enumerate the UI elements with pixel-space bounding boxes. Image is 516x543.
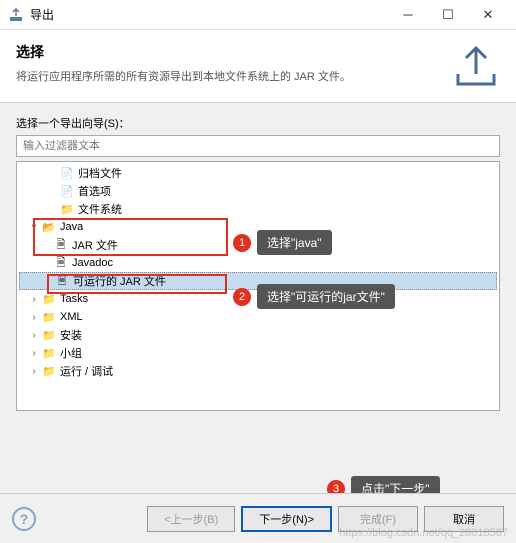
content-area: 选择一个导出向导(S)： 📄归档文件 📄首选项 📁文件系统 ˅📂Java 🗎JA… (0, 103, 516, 423)
folder-icon: 📁 (41, 364, 57, 378)
tree-item-install[interactable]: ›📁安装 (19, 326, 497, 344)
tree-item-xml[interactable]: ›📁XML (19, 308, 497, 326)
folder-icon: 📁 (41, 292, 57, 306)
export-banner-icon (452, 42, 500, 90)
collapse-icon[interactable]: › (27, 366, 41, 377)
close-button[interactable]: ✕ (468, 1, 508, 29)
tree-item-preferences[interactable]: 📄首选项 (19, 182, 497, 200)
collapse-icon[interactable]: › (27, 312, 41, 323)
export-wizard-icon (8, 7, 24, 23)
folder-icon: 📁 (41, 328, 57, 342)
expand-icon[interactable]: ˅ (27, 222, 41, 233)
help-button[interactable]: ? (12, 507, 36, 531)
watermark: https://blog.csdn.net/qq_28018587 (339, 527, 508, 539)
page-description: 将运行应用程序所需的所有资源导出到本地文件系统上的 JAR 文件。 (16, 68, 452, 84)
folder-open-icon: 📂 (41, 220, 57, 234)
tree-item-tasks[interactable]: ›📁Tasks (19, 290, 497, 308)
maximize-button[interactable]: ☐ (428, 1, 468, 29)
jar-icon: 🗎 (53, 238, 69, 252)
collapse-icon[interactable]: › (27, 348, 41, 359)
tree-container[interactable]: 📄归档文件 📄首选项 📁文件系统 ˅📂Java 🗎JAR 文件 🗎Javadoc… (16, 161, 500, 411)
collapse-icon[interactable]: › (27, 330, 41, 341)
file-icon: 📄 (59, 166, 75, 180)
tree-item-jar[interactable]: 🗎JAR 文件 (19, 236, 497, 254)
minimize-button[interactable]: ─ (388, 1, 428, 29)
header-panel: 选择 将运行应用程序所需的所有资源导出到本地文件系统上的 JAR 文件。 (0, 30, 516, 102)
collapse-icon[interactable]: › (27, 294, 41, 305)
window-title: 导出 (30, 6, 388, 23)
page-title: 选择 (16, 42, 452, 62)
next-button[interactable]: 下一步(N)> (241, 506, 332, 532)
tree-item-filesystem[interactable]: 📁文件系统 (19, 200, 497, 218)
folder-icon: 📁 (41, 310, 57, 324)
folder-icon: 📁 (41, 346, 57, 360)
filter-input[interactable] (16, 135, 500, 157)
tree-item-java[interactable]: ˅📂Java (19, 218, 497, 236)
javadoc-icon: 🗎 (53, 256, 69, 270)
tree-item-javadoc[interactable]: 🗎Javadoc (19, 254, 497, 272)
runnable-jar-icon: 🗎 (54, 274, 70, 288)
tree-item-archive[interactable]: 📄归档文件 (19, 164, 497, 182)
tree-item-team[interactable]: ›📁小组 (19, 344, 497, 362)
back-button[interactable]: <上一步(B) (147, 506, 235, 532)
tree-item-runnable-jar[interactable]: 🗎可运行的 JAR 文件 (19, 272, 497, 290)
file-icon: 📄 (59, 184, 75, 198)
folder-icon: 📁 (59, 202, 75, 216)
wizard-select-label: 选择一个导出向导(S)： (16, 115, 500, 131)
tree-item-run-debug[interactable]: ›📁运行 / 调试 (19, 362, 497, 380)
title-bar: 导出 ─ ☐ ✕ (0, 0, 516, 30)
